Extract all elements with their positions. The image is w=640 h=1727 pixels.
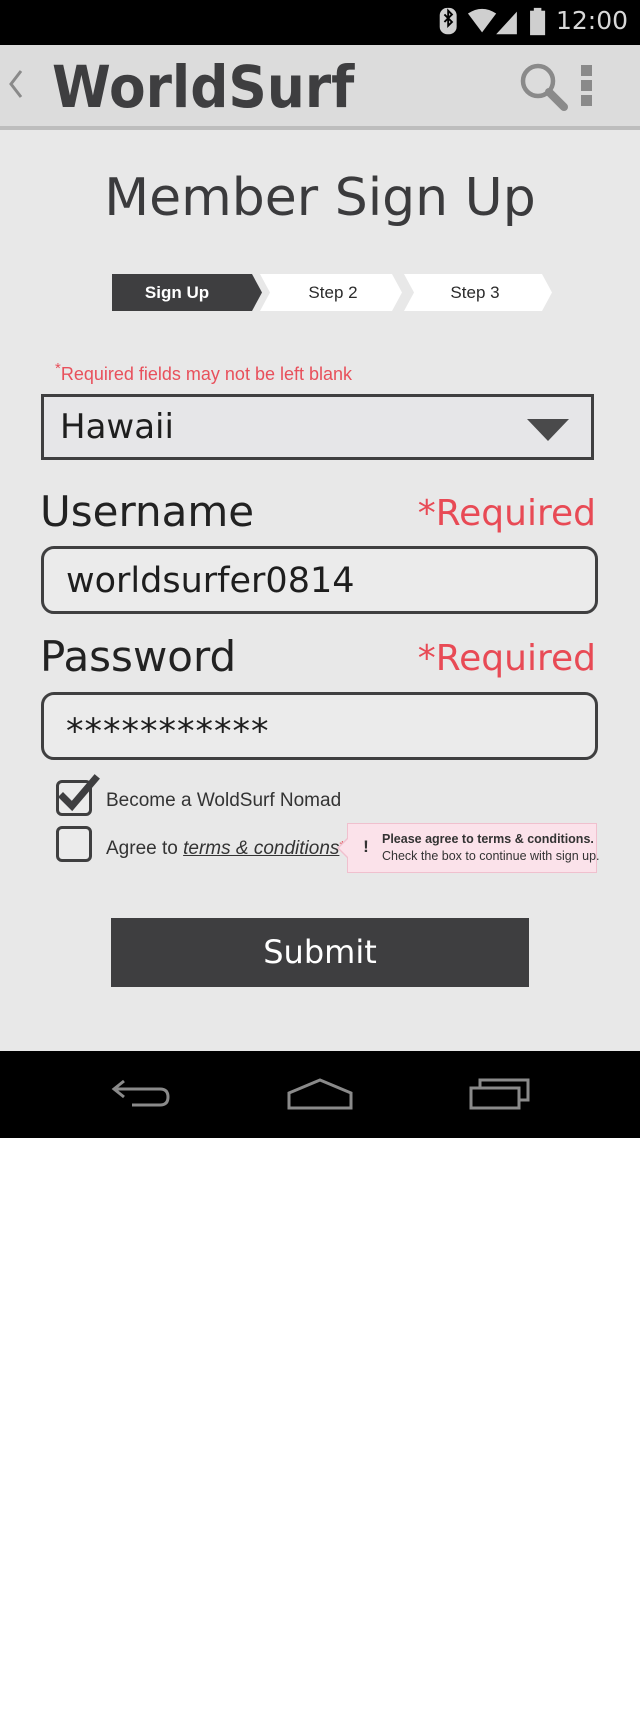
required-note-text: Required fields may not be left blank — [60, 364, 353, 384]
app-screen: 12:00 WorldSurf Member Sign Up Sign Up S… — [0, 0, 640, 1138]
nomad-checkbox[interactable] — [56, 774, 100, 816]
password-label: Password — [40, 632, 237, 681]
step-2: Step 2 — [260, 274, 402, 311]
password-field[interactable]: *********** — [41, 692, 598, 760]
tooltip-pointer-fill — [339, 839, 348, 857]
step-sign-up-label: Sign Up — [144, 283, 210, 302]
app-logo: WorldSurf — [52, 53, 355, 121]
region-dropdown-value: Hawaii — [60, 407, 174, 447]
step-3: Step 3 — [404, 274, 552, 311]
signal-icon — [496, 11, 517, 35]
nomad-label: Become a WoldSurf Nomad — [106, 790, 342, 811]
username-field[interactable]: worldsurfer0814 — [41, 546, 598, 614]
terms-prefix: Agree to — [106, 838, 184, 859]
battery-icon — [530, 7, 546, 36]
overflow-menu-icon[interactable] — [578, 65, 594, 113]
username-required: *Required — [417, 493, 596, 534]
region-dropdown[interactable]: Hawaii — [41, 394, 594, 460]
home-icon[interactable] — [286, 1075, 354, 1111]
page-title: Member Sign Up — [104, 168, 536, 228]
navigation-bar — [0, 1051, 640, 1138]
terms-checkbox[interactable] — [56, 826, 92, 862]
alert-icon: ! — [363, 837, 369, 856]
required-fields-note: *Required fields may not be left blank — [55, 360, 352, 385]
bluetooth-icon — [439, 7, 457, 35]
password-value: *********** — [66, 712, 270, 752]
wifi-icon — [467, 8, 497, 33]
tooltip-body: Check the box to continue with sign up. — [382, 849, 600, 863]
status-icons — [439, 7, 546, 36]
step-3-label: Step 3 — [450, 283, 500, 302]
username-label: Username — [40, 487, 255, 536]
terms-label: Agree to terms & conditions* — [106, 838, 345, 860]
status-bar: 12:00 — [0, 0, 640, 45]
step-sign-up: Sign Up — [112, 274, 262, 311]
password-required: *Required — [417, 638, 596, 679]
username-value: worldsurfer0814 — [66, 561, 355, 601]
back-icon[interactable] — [110, 1075, 172, 1111]
step-2-label: Step 2 — [308, 283, 358, 302]
terms-link[interactable]: terms & conditions — [183, 838, 339, 859]
recent-apps-icon[interactable] — [468, 1075, 532, 1111]
back-chevron-icon[interactable] — [8, 69, 24, 99]
submit-button[interactable]: Submit — [111, 918, 529, 987]
dropdown-arrow-icon — [527, 419, 569, 441]
terms-tooltip: ! Please agree to terms & conditions. Ch… — [347, 823, 600, 873]
app-bar: WorldSurf — [0, 45, 640, 130]
tooltip-title: Please agree to terms & conditions. — [382, 832, 594, 846]
checkmark-icon — [58, 774, 100, 812]
status-time: 12:00 — [555, 6, 628, 35]
search-icon[interactable] — [518, 61, 570, 113]
